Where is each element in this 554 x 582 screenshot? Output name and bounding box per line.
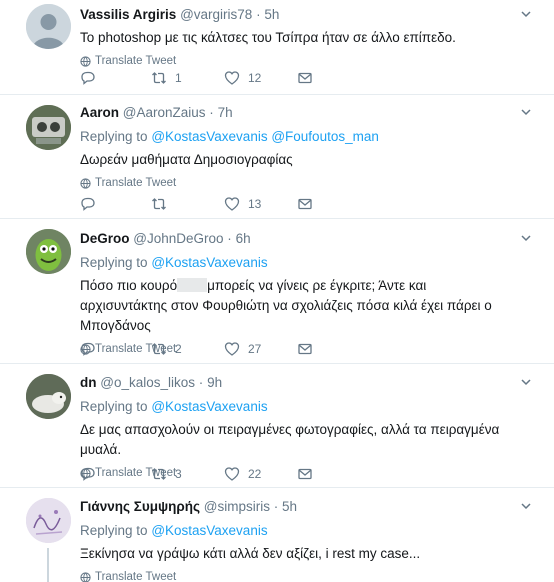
reply-icon — [81, 197, 95, 211]
tweet-text: Ξεκίνησα να γράψω κάτι αλλά δεν αξίζει, … — [80, 546, 421, 561]
message-button[interactable] — [297, 70, 313, 86]
replying-to: Replying to @KostasVaxevanis @Foufoutos_… — [80, 129, 379, 144]
user-handle[interactable]: @vargiris78 — [180, 7, 252, 22]
retweet-icon — [152, 198, 166, 210]
like-icon — [224, 197, 240, 211]
mention-link[interactable]: @KostasVaxevanis — [151, 523, 267, 538]
tweet[interactable]: DeGroo @JohnDeGroo · 6h Replying to @Kos… — [0, 219, 554, 364]
message-icon — [298, 468, 312, 480]
like-button[interactable]: 12 — [224, 70, 261, 86]
avatar[interactable] — [26, 229, 71, 274]
user-name[interactable]: Γιάννης Συμψηρής — [80, 499, 200, 514]
chevron-down-icon[interactable] — [520, 232, 532, 244]
user-handle[interactable]: @JohnDeGroo — [133, 231, 223, 246]
tweet[interactable]: Vassilis Argiris @vargiris78 · 5h Το pho… — [0, 0, 554, 95]
reply-button[interactable] — [80, 341, 104, 357]
timestamp[interactable]: 5h — [282, 499, 297, 514]
retweet-button[interactable]: 3 — [151, 466, 182, 482]
avatar[interactable] — [26, 105, 71, 150]
timestamp[interactable]: 6h — [236, 231, 251, 246]
message-icon — [298, 72, 312, 84]
message-icon — [298, 343, 312, 355]
like-button[interactable]: 27 — [224, 341, 261, 357]
like-icon — [224, 342, 240, 356]
mention-link[interactable]: @Foufoutos_man — [271, 129, 379, 144]
user-handle[interactable]: @o_kalos_likos — [100, 375, 195, 390]
avatar[interactable] — [26, 498, 71, 543]
like-icon — [224, 71, 240, 85]
timestamp[interactable]: 9h — [207, 375, 222, 390]
reply-icon — [81, 71, 95, 85]
chevron-down-icon[interactable] — [520, 106, 532, 118]
retweet-button[interactable]: 2 — [151, 341, 182, 357]
reply-button[interactable] — [80, 466, 104, 482]
avatar[interactable] — [26, 374, 71, 419]
reply-icon — [81, 342, 95, 356]
translate-tweet-link[interactable]: Translate Tweet — [80, 54, 514, 68]
message-icon — [298, 198, 312, 210]
retweet-icon — [152, 343, 166, 355]
user-name[interactable]: Aaron — [80, 105, 119, 120]
chevron-down-icon[interactable] — [520, 8, 532, 20]
retweet-icon — [152, 72, 166, 84]
replying-to: Replying to @KostasVaxevanis — [80, 255, 268, 270]
user-name[interactable]: dn — [80, 375, 97, 390]
timestamp[interactable]: 7h — [218, 105, 233, 120]
reply-button[interactable] — [80, 196, 104, 212]
tweet-text: Το photoshop με τις κάλτσες του Τσίπρα ή… — [80, 30, 456, 45]
tweet-header: dn @o_kalos_likos · 9h — [80, 375, 223, 390]
translate-tweet-link[interactable]: Translate Tweet — [80, 176, 514, 190]
user-name[interactable]: DeGroo — [80, 231, 130, 246]
tweet-text: Δωρεάν μαθήματα Δημοσιογραφίας — [80, 152, 293, 167]
avatar[interactable] — [26, 4, 71, 49]
replying-to: Replying to @KostasVaxevanis — [80, 523, 268, 538]
translate-tweet-link[interactable]: Translate Tweet — [80, 570, 514, 582]
mention-link[interactable]: @KostasVaxevanis — [151, 255, 267, 270]
redaction-block — [177, 278, 208, 292]
tweet-text: Δε μας απασχολούν οι πειραγμένες φωτογρα… — [80, 422, 500, 457]
message-button[interactable] — [297, 196, 313, 212]
chevron-down-icon[interactable] — [520, 500, 532, 512]
user-handle[interactable]: @simpsiris — [204, 499, 270, 514]
retweet-icon — [152, 468, 166, 480]
replying-to: Replying to @KostasVaxevanis — [80, 399, 268, 414]
like-button[interactable]: 13 — [224, 196, 261, 212]
retweet-button[interactable] — [151, 196, 175, 212]
user-name[interactable]: Vassilis Argiris — [80, 7, 176, 22]
tweet-header: Γιάννης Συμψηρής @simpsiris · 5h — [80, 499, 298, 514]
tweet-header: DeGroo @JohnDeGroo · 6h — [80, 231, 251, 246]
tweet[interactable]: Aaron @AaronZaius · 7h Replying to @Kost… — [0, 95, 554, 219]
mention-link[interactable]: @KostasVaxevanis — [151, 129, 267, 144]
chevron-down-icon[interactable] — [520, 376, 532, 388]
globe-icon — [80, 571, 91, 582]
message-button[interactable] — [297, 341, 313, 357]
retweet-button[interactable]: 1 — [151, 70, 182, 86]
tweet[interactable]: Γιάννης Συμψηρής @simpsiris · 5h Replyin… — [0, 488, 554, 582]
globe-icon — [80, 177, 91, 189]
tweet-header: Aaron @AaronZaius · 7h — [80, 105, 233, 120]
user-handle[interactable]: @AaronZaius — [123, 105, 206, 120]
tweet-text: Πόσο πιο κουρό μπορείς να γίνεις ρε έγκρι… — [80, 278, 492, 333]
timestamp[interactable]: 5h — [264, 7, 279, 22]
reply-icon — [81, 467, 95, 481]
mention-link[interactable]: @KostasVaxevanis — [151, 399, 267, 414]
like-icon — [224, 467, 240, 481]
tweet[interactable]: dn @o_kalos_likos · 9h Replying to @Kost… — [0, 364, 554, 488]
message-button[interactable] — [297, 466, 313, 482]
thread-line — [47, 548, 49, 582]
reply-button[interactable] — [80, 70, 104, 86]
like-button[interactable]: 22 — [224, 466, 261, 482]
tweet-header: Vassilis Argiris @vargiris78 · 5h — [80, 7, 280, 22]
globe-icon — [80, 55, 91, 67]
